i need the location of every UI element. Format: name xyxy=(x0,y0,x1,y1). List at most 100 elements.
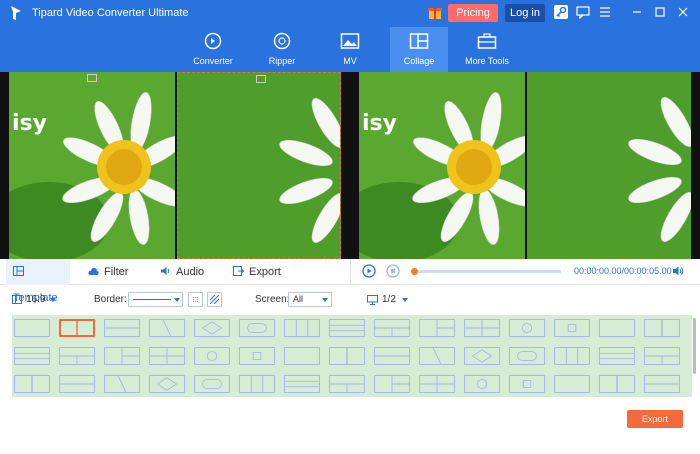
collage-template[interactable] xyxy=(239,347,275,365)
collage-template[interactable] xyxy=(554,319,590,337)
cloud-filter-icon xyxy=(88,267,99,275)
collage-template[interactable] xyxy=(194,375,230,393)
collage-template[interactable] xyxy=(509,319,545,337)
collage-template[interactable] xyxy=(464,375,500,393)
collage-template[interactable] xyxy=(419,319,455,337)
export-icon xyxy=(233,266,244,276)
collage-template[interactable] xyxy=(59,347,95,365)
tab-template[interactable]: Template xyxy=(6,259,70,304)
key-icon[interactable] xyxy=(554,5,568,19)
collage-cell-left[interactable]: isy xyxy=(9,72,175,259)
collage-template[interactable] xyxy=(14,375,50,393)
collage-template[interactable] xyxy=(599,347,635,365)
stop-icon[interactable] xyxy=(386,264,400,278)
collage-template[interactable] xyxy=(149,319,185,337)
collage-template[interactable] xyxy=(329,319,365,337)
tab-label: Audio xyxy=(176,266,205,278)
playback-track[interactable] xyxy=(413,270,561,273)
collage-template[interactable] xyxy=(194,319,230,337)
chevron-down-icon[interactable] xyxy=(50,298,56,302)
maximize-icon[interactable] xyxy=(653,5,667,19)
nav-more-tools[interactable]: More Tools xyxy=(458,27,516,72)
collage-template[interactable] xyxy=(329,375,365,393)
nav-collage[interactable]: Collage xyxy=(390,27,448,72)
collage-template[interactable] xyxy=(464,347,500,365)
collage-template[interactable] xyxy=(464,319,500,337)
nav-label: Ripper xyxy=(268,56,296,66)
replace-image-icon[interactable] xyxy=(256,75,266,83)
collage-template[interactable] xyxy=(284,319,320,337)
collage-cell-right[interactable] xyxy=(177,72,341,259)
collage-template[interactable] xyxy=(239,375,275,393)
collage-template[interactable] xyxy=(644,375,680,393)
image-icon xyxy=(340,33,360,49)
nav-label: More Tools xyxy=(465,56,509,66)
aspect-ratio-value[interactable]: 16:9 xyxy=(26,294,45,305)
output-preview: isy xyxy=(350,72,700,259)
tab-audio[interactable]: Audio xyxy=(160,259,204,285)
collage-template[interactable] xyxy=(419,375,455,393)
minimize-icon[interactable] xyxy=(630,5,644,19)
border-pattern-button[interactable] xyxy=(207,292,222,307)
chevron-down-icon[interactable] xyxy=(174,298,180,302)
collage-template[interactable] xyxy=(149,347,185,365)
template-grid-scrollbar[interactable] xyxy=(693,318,696,374)
collage-template[interactable] xyxy=(59,375,95,393)
collage-template[interactable] xyxy=(104,375,140,393)
collage-template[interactable] xyxy=(284,375,320,393)
chevron-down-icon[interactable] xyxy=(402,298,408,302)
export-button[interactable]: Export xyxy=(627,410,683,428)
collage-template[interactable] xyxy=(509,375,545,393)
gift-icon[interactable] xyxy=(427,4,443,20)
collage-template[interactable] xyxy=(374,375,410,393)
tab-export[interactable]: Export xyxy=(233,259,281,285)
collage-template[interactable] xyxy=(104,319,140,337)
collage-template[interactable] xyxy=(194,347,230,365)
collage-icon xyxy=(409,33,429,49)
daisy-image xyxy=(527,72,691,259)
collage-template[interactable] xyxy=(284,347,320,365)
pricing-button[interactable]: Pricing xyxy=(448,4,498,22)
nav-label: Converter xyxy=(193,56,233,66)
tab-label: Filter xyxy=(104,266,129,278)
collage-template[interactable] xyxy=(329,347,365,365)
tab-filter[interactable]: Filter xyxy=(88,259,128,285)
collage-template[interactable] xyxy=(599,375,635,393)
collage-template[interactable] xyxy=(374,319,410,337)
border-color-icon xyxy=(193,297,198,302)
collage-template[interactable] xyxy=(554,347,590,365)
login-button[interactable]: Log in xyxy=(505,4,545,22)
collage-template[interactable] xyxy=(509,347,545,365)
output-cell-left: isy xyxy=(359,72,525,259)
collage-template[interactable] xyxy=(644,347,680,365)
collage-template[interactable] xyxy=(599,319,635,337)
menu-icon[interactable] xyxy=(598,5,612,19)
collage-template[interactable] xyxy=(149,375,185,393)
template-grid xyxy=(12,315,692,397)
collage-template[interactable] xyxy=(14,319,50,337)
collage-template[interactable] xyxy=(644,319,680,337)
nav-ripper[interactable]: Ripper xyxy=(253,27,311,72)
output-cell-right xyxy=(527,72,691,259)
play-icon[interactable] xyxy=(362,264,376,278)
replace-image-icon[interactable] xyxy=(87,74,97,82)
collage-template[interactable] xyxy=(374,347,410,365)
collage-template[interactable] xyxy=(59,319,95,337)
speaker-icon xyxy=(161,267,170,275)
chevron-down-icon[interactable] xyxy=(322,298,328,302)
hatch-icon xyxy=(210,295,219,304)
volume-icon[interactable] xyxy=(672,265,684,277)
nav-mv[interactable]: MV xyxy=(321,27,379,72)
nav-converter[interactable]: Converter xyxy=(184,27,242,72)
collage-template[interactable] xyxy=(239,319,275,337)
nav-label: Collage xyxy=(403,56,435,66)
border-color-button[interactable] xyxy=(188,292,203,307)
feedback-icon[interactable] xyxy=(576,5,590,19)
close-icon[interactable] xyxy=(676,5,690,19)
collage-template[interactable] xyxy=(554,375,590,393)
collage-template[interactable] xyxy=(104,347,140,365)
title-bar: Tipard Video Converter Ultimate Pricing … xyxy=(0,0,700,72)
playhead-knob[interactable] xyxy=(411,268,418,275)
collage-template[interactable] xyxy=(14,347,50,365)
collage-template[interactable] xyxy=(419,347,455,365)
